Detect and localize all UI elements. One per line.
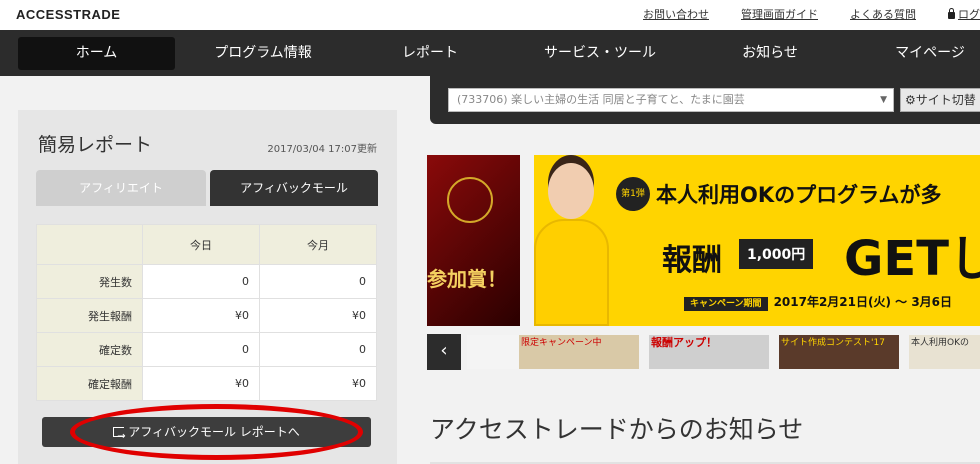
site-logo[interactable]: ACCESSTRADE	[16, 7, 120, 22]
row-label: 発生数	[36, 264, 143, 299]
gear-icon: ⚙	[905, 93, 916, 107]
table-row: 発生数 0 0	[36, 264, 377, 299]
site-switch-button[interactable]: ⚙サイト切替	[900, 88, 980, 112]
admin-guide-link[interactable]: 管理画面ガイド	[741, 6, 818, 22]
highlight-annotation	[70, 404, 363, 460]
thumbnail-5[interactable]: 本人利用OKの	[909, 335, 980, 369]
prev-arrow-button[interactable]: ‹	[427, 334, 461, 370]
campaign-banner[interactable]: 参加賞！ 第1弾 本人利用OKのプログラムが多 報酬 1,000円 GETし キ…	[427, 155, 980, 326]
banner-headline: 本人利用OKのプログラムが多	[656, 183, 942, 207]
row-label: 発生報酬	[36, 298, 143, 333]
report-title: 簡易レポート	[38, 134, 153, 156]
banner-person-image	[534, 155, 609, 326]
report-updated: 2017/03/04 17:07更新	[267, 144, 377, 155]
row-label: 確定報酬	[36, 366, 143, 401]
report-table: 今日 今月 発生数 0 0 発生報酬 ¥0 ¥0 確定数 0 0 確定報酬 ¥0…	[36, 224, 377, 401]
utility-links: お問い合わせ 管理画面ガイド よくある質問 ログ	[611, 6, 980, 22]
cell-today: ¥0	[142, 298, 260, 333]
banner-badge: 第1弾	[616, 177, 650, 211]
cell-month: 0	[259, 332, 377, 367]
table-header-blank	[36, 224, 143, 265]
chevron-down-icon: ▼	[880, 95, 887, 105]
banner-period: キャンペーン期間 2017年2月21日(火) ～ 3月6日	[684, 293, 953, 311]
thumbnail-4[interactable]: サイト作成コンテスト'17	[779, 335, 899, 369]
cell-month: 0	[259, 264, 377, 299]
cell-today: 0	[142, 264, 260, 299]
site-select[interactable]: (733706) 楽しい主婦の生活 同居と子育てと、たまに園芸 ▼	[448, 88, 894, 112]
banner-thumbnails: ‹ 限定キャンペーン中 報酬アップ！ サイト作成コンテスト'17 本人利用OKの	[427, 334, 980, 370]
cell-month: ¥0	[259, 366, 377, 401]
banner-get: GETし	[844, 231, 980, 287]
tab-affiback-mall[interactable]: アフィバックモール	[210, 170, 378, 206]
main-nav: ホーム プログラム情報 レポート サービス・ツール お知らせ マイページ	[0, 30, 980, 76]
contact-link[interactable]: お問い合わせ	[643, 6, 709, 22]
table-header-month: 今月	[259, 224, 377, 265]
table-row: 発生報酬 ¥0 ¥0	[36, 298, 377, 333]
thumbnail-2[interactable]: 限定キャンペーン中	[519, 335, 639, 369]
faq-link[interactable]: よくある質問	[850, 6, 916, 22]
tab-affiliate[interactable]: アフィリエイト	[36, 170, 206, 206]
quick-report-panel: 簡易レポート 2017/03/04 17:07更新 アフィリエイト アフィバック…	[18, 110, 397, 464]
thumbnail-3[interactable]: 報酬アップ！	[649, 335, 769, 369]
nav-home[interactable]: ホーム	[18, 37, 175, 70]
site-selector-bar: (733706) 楽しい主婦の生活 同居と子育てと、たまに園芸 ▼ ⚙サイト切替	[430, 76, 980, 124]
nav-mypage[interactable]: マイページ	[880, 37, 980, 70]
banner-period-text: 2017年2月21日(火) ～ 3月6日	[773, 295, 953, 309]
cell-month: ¥0	[259, 298, 377, 333]
banner-amount: 1,000円	[739, 239, 814, 269]
site-select-value: (733706) 楽しい主婦の生活 同居と子育てと、たまに園芸	[457, 93, 745, 106]
nav-notices[interactable]: お知らせ	[715, 37, 825, 70]
laurel-icon	[447, 177, 493, 223]
cell-today: 0	[142, 332, 260, 367]
banner-left-text: 参加賞！	[427, 267, 507, 291]
cell-today: ¥0	[142, 366, 260, 401]
news-heading: アクセストレードからのお知らせ	[430, 415, 804, 444]
nav-reports[interactable]: レポート	[370, 37, 490, 70]
top-utility-bar: ACCESSTRADE お問い合わせ 管理画面ガイド よくある質問 ログ	[0, 0, 980, 30]
banner-period-tag: キャンペーン期間	[684, 297, 768, 311]
logout-label: ログ	[958, 8, 980, 21]
nav-programs[interactable]: プログラム情報	[190, 37, 336, 70]
banner-left-slide: 参加賞！	[427, 155, 520, 326]
table-row: 確定報酬 ¥0 ¥0	[36, 366, 377, 401]
logout-link[interactable]: ログ	[948, 6, 980, 22]
table-header-today: 今日	[142, 224, 260, 265]
nav-services-tools[interactable]: サービス・ツール	[530, 37, 670, 70]
row-label: 確定数	[36, 332, 143, 367]
banner-main-slide: 第1弾 本人利用OKのプログラムが多 報酬 1,000円 GETし キャンペーン…	[534, 155, 980, 326]
site-switch-label: サイト切替	[915, 93, 976, 107]
banner-reward-label: 報酬	[662, 243, 722, 278]
lock-icon	[948, 8, 955, 19]
table-row: 確定数 0 0	[36, 332, 377, 367]
